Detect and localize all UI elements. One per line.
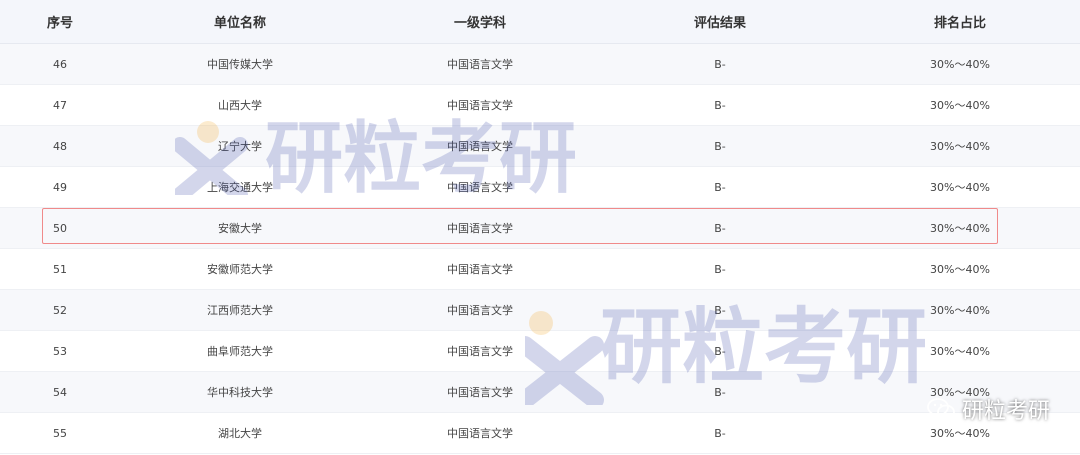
header-result[interactable]: 评估结果 bbox=[600, 12, 840, 31]
row-result: B- bbox=[714, 98, 726, 112]
table-row[interactable]: 51 安徽师范大学 中国语言文学 B- 30%～40% bbox=[0, 249, 1080, 290]
row-rank-ratio: 30%～40% bbox=[930, 345, 990, 358]
row-discipline: 中国语言文学 bbox=[447, 99, 513, 112]
row-result: B- bbox=[714, 180, 726, 194]
row-discipline: 中国语言文学 bbox=[447, 58, 513, 71]
row-institution: 中国传媒大学 bbox=[207, 58, 273, 71]
row-institution: 安徽大学 bbox=[218, 222, 262, 235]
row-discipline: 中国语言文学 bbox=[447, 304, 513, 317]
row-result: B- bbox=[714, 385, 726, 399]
row-result: B- bbox=[714, 57, 726, 71]
row-discipline: 中国语言文学 bbox=[447, 181, 513, 194]
row-institution: 湖北大学 bbox=[218, 427, 262, 440]
row-index: 53 bbox=[53, 344, 67, 358]
row-index: 50 bbox=[53, 221, 67, 235]
row-institution: 辽宁大学 bbox=[218, 140, 262, 153]
table-row[interactable]: 47 山西大学 中国语言文学 B- 30%～40% bbox=[0, 85, 1080, 126]
row-index: 47 bbox=[53, 98, 67, 112]
row-result: B- bbox=[714, 262, 726, 276]
wechat-badge-text: 研粒考研 bbox=[961, 399, 1050, 424]
table-row[interactable]: 49 上海交通大学 中国语言文学 B- 30%～40% bbox=[0, 167, 1080, 208]
row-result: B- bbox=[714, 221, 726, 235]
header-index[interactable]: 序号 bbox=[0, 12, 120, 31]
row-rank-ratio: 30%～40% bbox=[930, 181, 990, 194]
row-institution: 上海交通大学 bbox=[207, 181, 273, 194]
row-result: B- bbox=[714, 344, 726, 358]
row-institution: 江西师范大学 bbox=[207, 304, 273, 317]
row-result: B- bbox=[714, 426, 726, 440]
row-institution: 曲阜师范大学 bbox=[207, 345, 273, 358]
row-index: 49 bbox=[53, 180, 67, 194]
table-row[interactable]: 55 湖北大学 中国语言文学 B- 30%～40% bbox=[0, 413, 1080, 454]
row-rank-ratio: 30%～40% bbox=[930, 263, 990, 276]
table-row[interactable]: 54 华中科技大学 中国语言文学 B- 30%～40% bbox=[0, 372, 1080, 413]
table-row[interactable]: 46 中国传媒大学 中国语言文学 B- 30%～40% bbox=[0, 44, 1080, 85]
row-rank-ratio: 30%～40% bbox=[930, 427, 990, 440]
row-index: 51 bbox=[53, 262, 67, 276]
row-rank-ratio: 30%～40% bbox=[930, 222, 990, 235]
ranking-table: 序号 单位名称 一级学科 评估结果 排名占比 46 中国传媒大学 中国语言文学 B- 3… bbox=[0, 0, 1080, 454]
row-index: 52 bbox=[53, 303, 67, 317]
table-row[interactable]: 52 江西师范大学 中国语言文学 B- 30%～40% bbox=[0, 290, 1080, 331]
row-institution: 安徽师范大学 bbox=[207, 263, 273, 276]
row-institution: 华中科技大学 bbox=[207, 386, 273, 399]
row-rank-ratio: 30%～40% bbox=[930, 304, 990, 317]
row-discipline: 中国语言文学 bbox=[447, 386, 513, 399]
row-discipline: 中国语言文学 bbox=[447, 427, 513, 440]
table-row[interactable]: 50 安徽大学 中国语言文学 B- 30%～40% bbox=[0, 208, 1080, 249]
row-index: 54 bbox=[53, 385, 67, 399]
row-index: 46 bbox=[53, 57, 67, 71]
row-index: 48 bbox=[53, 139, 67, 153]
header-rank-ratio[interactable]: 排名占比 bbox=[840, 12, 1080, 31]
header-institution[interactable]: 单位名称 bbox=[120, 12, 360, 31]
table-row[interactable]: 53 曲阜师范大学 中国语言文学 B- 30%～40% bbox=[0, 331, 1080, 372]
table-header: 序号 单位名称 一级学科 评估结果 排名占比 bbox=[0, 0, 1080, 44]
row-rank-ratio: 30%～40% bbox=[930, 140, 990, 153]
row-index: 55 bbox=[53, 426, 67, 440]
row-result: B- bbox=[714, 303, 726, 317]
row-discipline: 中国语言文学 bbox=[447, 140, 513, 153]
row-rank-ratio: 30%～40% bbox=[930, 58, 990, 71]
table-row[interactable]: 48 辽宁大学 中国语言文学 B- 30%～40% bbox=[0, 126, 1080, 167]
header-discipline[interactable]: 一级学科 bbox=[360, 12, 600, 31]
row-discipline: 中国语言文学 bbox=[447, 345, 513, 358]
row-rank-ratio: 30%～40% bbox=[930, 99, 990, 112]
row-result: B- bbox=[714, 139, 726, 153]
row-discipline: 中国语言文学 bbox=[447, 222, 513, 235]
row-institution: 山西大学 bbox=[218, 99, 262, 112]
row-discipline: 中国语言文学 bbox=[447, 263, 513, 276]
wechat-icon bbox=[927, 398, 955, 420]
wechat-badge: 研粒考研 bbox=[926, 393, 1050, 425]
